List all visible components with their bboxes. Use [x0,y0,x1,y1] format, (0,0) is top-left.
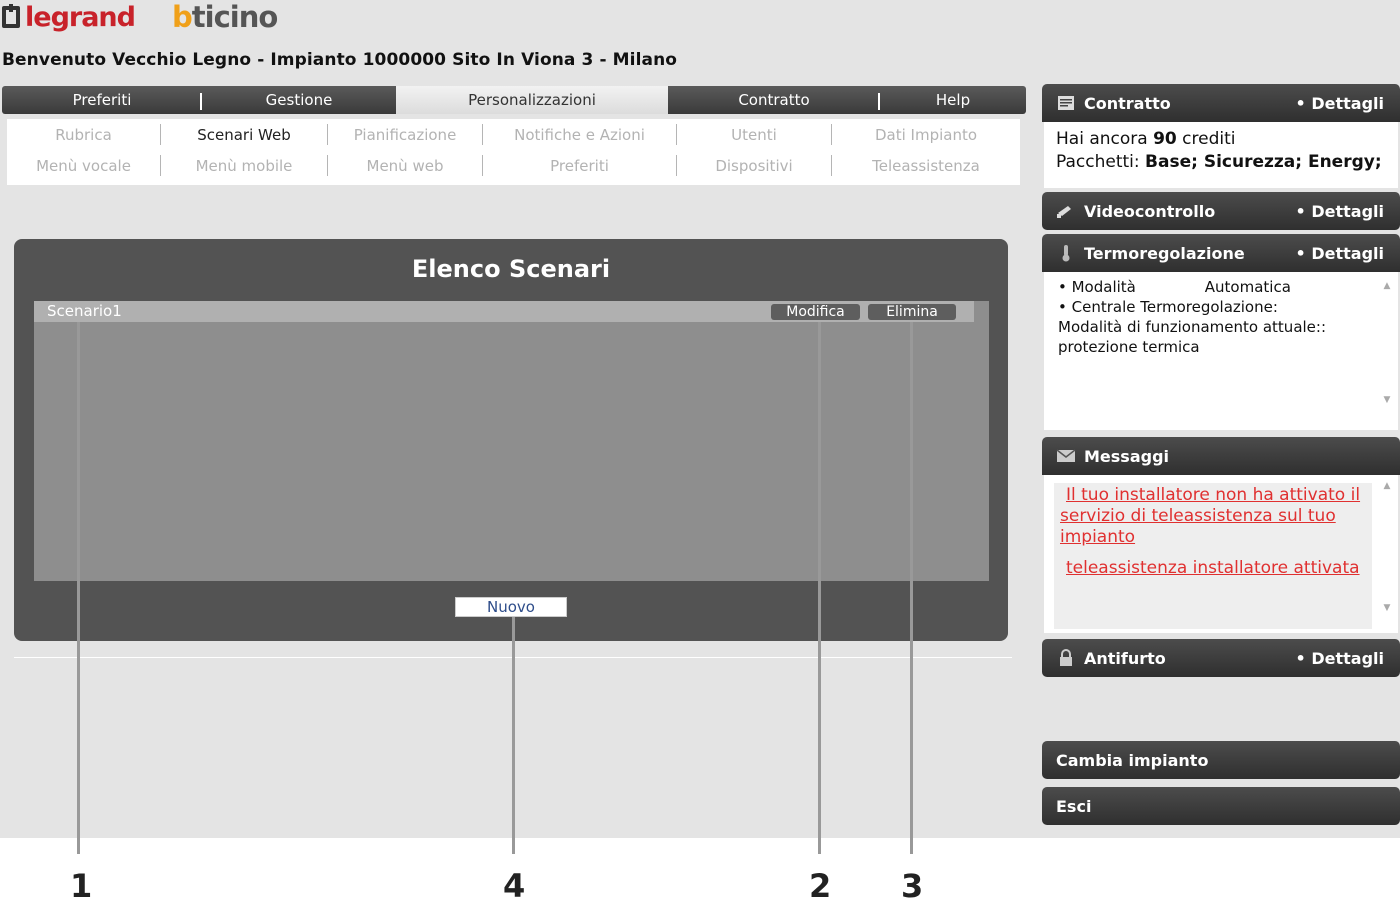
scroll-down-icon[interactable]: ▼ [1380,603,1394,613]
antifurto-dettagli-link[interactable]: • Dettagli [1296,639,1384,677]
central-label: • Centrale Termoregolazione: [1058,298,1278,316]
callout-line-1 [77,322,80,854]
mode-label: • Modalità [1058,278,1136,296]
scroll-down-icon[interactable]: ▼ [1380,390,1394,410]
packages-line: Pacchetti: Base; Sicurezza; Energy; [1056,151,1386,174]
credits-prefix: Hai ancora [1056,129,1148,149]
subnav-menu-mobile[interactable]: Menù mobile [161,155,328,176]
scroll-up-icon[interactable]: ▲ [1380,276,1394,296]
contratto-dettagli-link[interactable]: • Dettagli [1296,84,1384,122]
contratto-title: Contratto [1084,93,1171,113]
message-link-teleassistenza-active[interactable]: teleassistenza installatore attivata [1060,558,1366,579]
messaggi-title: Messaggi [1084,446,1170,466]
callout-number-2: 2 [809,867,832,905]
messaggi-header: Messaggi [1042,437,1400,475]
subnav-pianificazione[interactable]: Pianificazione [328,124,483,145]
contratto-header: Contratto • Dettagli [1042,84,1400,122]
mode-line: • Modalità Automatica [1058,277,1384,297]
modifica-button[interactable]: Modifica [771,304,860,320]
status-value: protezione termica [1058,338,1200,356]
subnav-scenari-web[interactable]: Scenari Web [161,124,328,145]
legrand-wordmark: legrand [25,1,136,33]
scenario-row[interactable]: Scenario1 Modifica Elimina [34,301,974,322]
lock-icon [1056,649,1076,666]
subnav-menu-vocale[interactable]: Menù vocale [7,155,161,176]
termoregolazione-dettagli-link[interactable]: • Dettagli [1296,234,1384,272]
subnav-notifiche-azioni[interactable]: Notifiche e Azioni [483,124,677,145]
packages-value: Base; Sicurezza; Energy; [1145,152,1382,172]
scenario-name[interactable]: Scenario1 [47,302,122,320]
messages-list: Il tuo installatore non ha attivato il s… [1054,483,1372,629]
tab-personalizzazioni[interactable]: Personalizzazioni [396,86,668,114]
termoregolazione-title: Termoregolazione [1084,243,1245,263]
termoregolazione-header: Termoregolazione • Dettagli [1042,234,1400,272]
videocontrollo-dettagli-link[interactable]: • Dettagli [1296,192,1384,230]
packages-label: Pacchetti: [1056,152,1140,172]
tab-contratto[interactable]: Contratto [668,86,880,114]
scroll-up-icon[interactable]: ▲ [1380,481,1394,491]
subnav-teleassistenza[interactable]: Teleassistenza [832,155,1020,176]
callout-line-2 [818,322,821,854]
messaggi-body: Il tuo installatore non ha attivato il s… [1044,475,1398,633]
document-icon [1056,95,1076,111]
main-nav: Preferiti Gestione Personalizzazioni Con… [2,86,1026,114]
thermometer-icon [1056,245,1076,262]
envelope-icon [1056,448,1076,464]
callout-number-1: 1 [70,867,93,905]
scenario-list: Scenario1 Modifica Elimina [34,301,989,581]
callout-number-3: 3 [901,867,924,905]
status-label: Modalità di funzionamento attuale:: [1058,318,1327,336]
subnav-dispositivi[interactable]: Dispositivi [677,155,832,176]
videocontrollo-header[interactable]: Videocontrollo • Dettagli [1042,192,1400,230]
legrand-logo: legrand [2,0,136,34]
nuovo-button[interactable]: Nuovo [455,597,567,617]
credits-line: Hai ancora 90 crediti [1056,128,1386,151]
camera-icon [1056,203,1076,219]
cambia-impianto-button[interactable]: Cambia impianto [1042,741,1400,779]
tab-help[interactable]: Help [880,86,1026,114]
page: legrand bticino Benvenuto Vecchio Legno … [0,0,1400,911]
callout-line-4 [512,617,515,854]
message-link-teleassistenza-inactive[interactable]: Il tuo installatore non ha attivato il s… [1060,485,1366,548]
sub-nav: Rubrica Scenari Web Pianificazione Notif… [7,119,1020,185]
antifurto-header[interactable]: Antifurto • Dettagli [1042,639,1400,677]
antifurto-title: Antifurto [1084,648,1166,668]
esci-button[interactable]: Esci [1042,787,1400,825]
callout-line-3 [910,322,913,854]
mode-value: Automatica [1204,278,1291,296]
scenari-panel: Elenco Scenari Scenario1 Modifica Elimin… [14,239,1008,641]
credits-count: 90 [1153,129,1177,149]
panel-title: Elenco Scenari [411,255,611,283]
tab-gestione[interactable]: Gestione [202,86,396,114]
termoregolazione-body: • Modalità Automatica • Centrale Termore… [1044,272,1398,430]
videocontrollo-title: Videocontrollo [1084,201,1216,221]
legrand-mark-icon [2,4,20,28]
subnav-menu-web[interactable]: Menù web [328,155,483,176]
contratto-body: Hai ancora 90 crediti Pacchetti: Base; S… [1044,122,1398,188]
caption-area [0,838,1400,911]
subnav-utenti[interactable]: Utenti [677,124,832,145]
bticino-logo: bticino [172,0,278,34]
welcome-text: Benvenuto Vecchio Legno - Impianto 10000… [2,50,678,70]
tab-preferiti[interactable]: Preferiti [2,86,202,114]
credits-suffix: crediti [1182,129,1236,149]
subnav-rubrica[interactable]: Rubrica [7,124,161,145]
subnav-preferiti[interactable]: Preferiti [483,155,677,176]
callout-number-4: 4 [503,867,526,905]
elimina-button[interactable]: Elimina [868,304,956,320]
subnav-dati-impianto[interactable]: Dati Impianto [832,124,1020,145]
